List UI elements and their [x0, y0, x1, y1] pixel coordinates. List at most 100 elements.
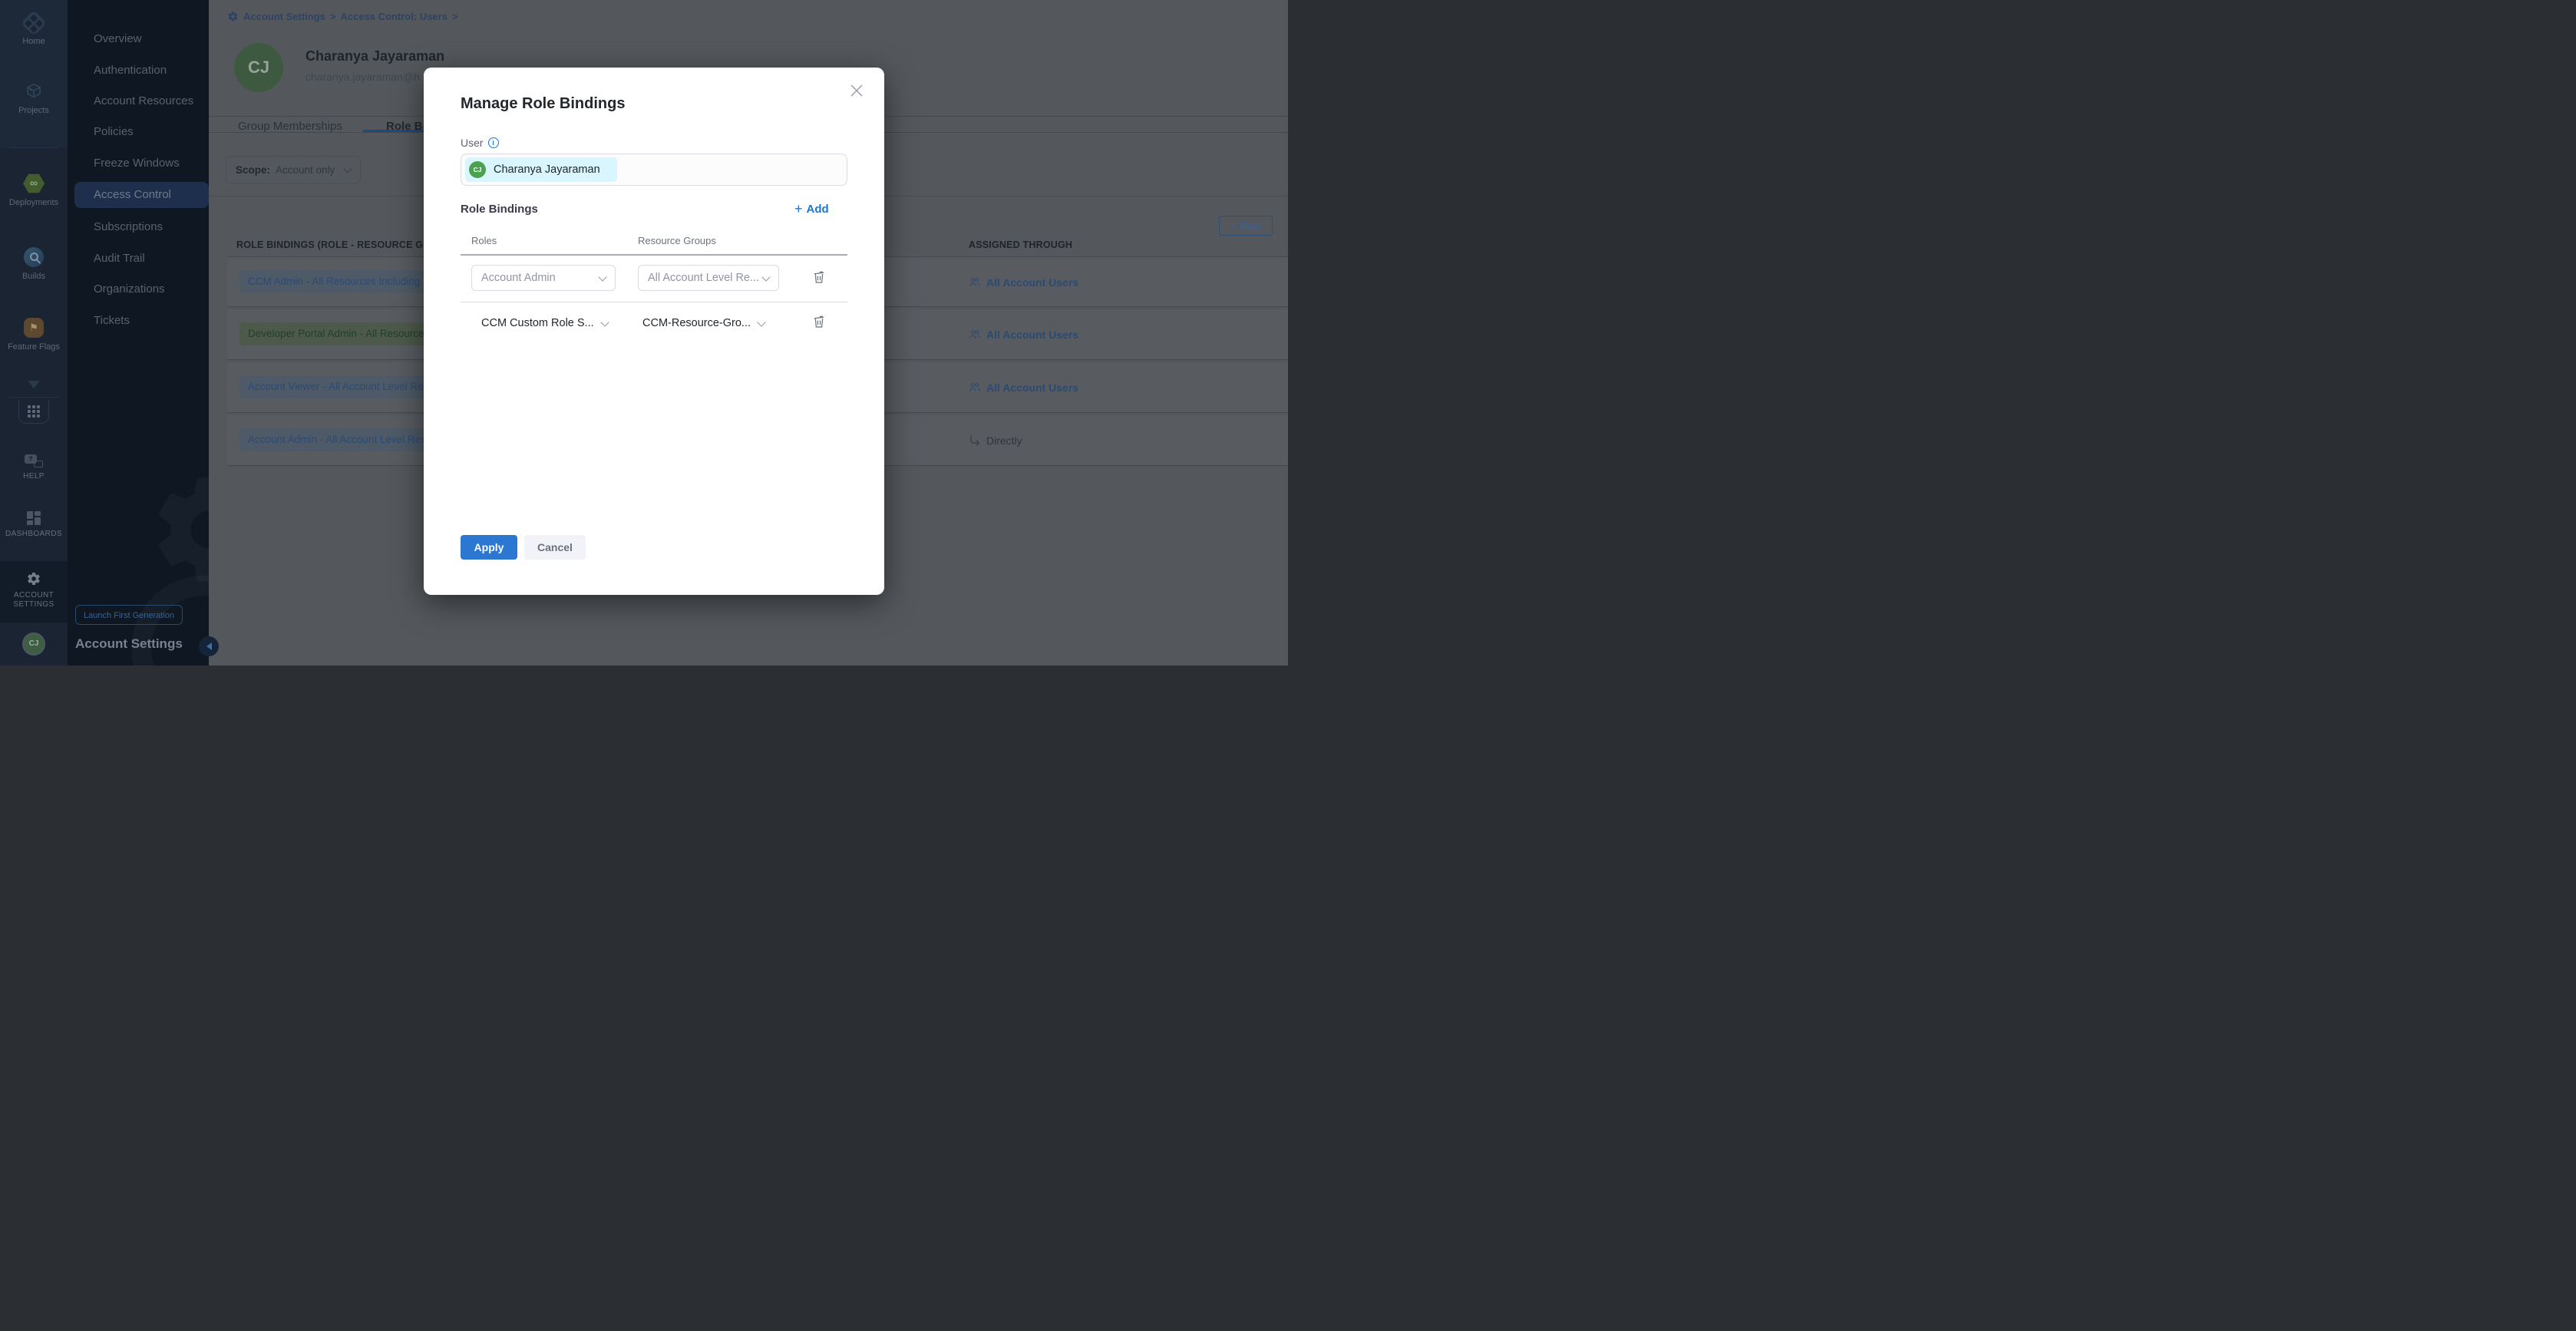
rail-item-label: Deployments — [0, 198, 68, 207]
resource-group-select[interactable]: CCM-Resource-Gro... — [642, 310, 765, 336]
add-role-binding-button[interactable]: + Add — [794, 203, 829, 216]
help-chat-icon — [25, 454, 43, 467]
sidebar-item-overview[interactable]: Overview — [68, 26, 209, 52]
plus-icon: + — [794, 203, 803, 215]
app-window: Home Projects Deployments Builds Feature… — [0, 0, 1288, 666]
role-binding-chip[interactable]: CCM Admin - All Resources Including Chil — [239, 270, 449, 293]
rail-item-label: Home — [0, 37, 68, 46]
chevron-down-icon — [757, 318, 765, 326]
close-icon[interactable] — [849, 83, 864, 98]
sidebar-item-access-control[interactable]: Access Control — [74, 182, 209, 208]
assigned-through-value: Directly — [969, 415, 1022, 466]
sidebar-item-feature-flags[interactable]: Feature Flags — [0, 318, 68, 352]
rail-more-chevron[interactable] — [0, 381, 68, 388]
info-icon[interactable]: i — [488, 137, 499, 148]
chevron-left-icon — [206, 642, 212, 650]
user-group-icon — [969, 381, 981, 394]
assigned-through-link[interactable]: All Account Users — [969, 309, 1078, 360]
breadcrumb-separator: > — [330, 11, 336, 22]
chevron-down-icon — [600, 318, 609, 326]
resource-groups-column-label: Resource Groups — [638, 235, 716, 246]
delete-binding-icon[interactable] — [811, 313, 827, 330]
sidebar-footer-heading: Account Settings — [75, 636, 183, 652]
directly-arrow-icon — [969, 434, 981, 447]
role-select[interactable]: CCM Custom Role S... — [481, 310, 608, 336]
rail-item-label: Builds — [0, 272, 68, 281]
feature-flags-icon — [24, 318, 44, 338]
rail-item-label: Projects — [0, 106, 68, 115]
rail-divider — [9, 397, 58, 398]
launch-first-generation-button[interactable]: Launch First Generation — [75, 605, 183, 625]
scope-value: Account only — [276, 164, 339, 176]
apply-button[interactable]: Apply — [461, 535, 517, 560]
sidebar-item-audit-trail[interactable]: Audit Trail — [68, 246, 209, 272]
user-email: charanya.jayaraman@h — [305, 71, 420, 83]
breadcrumb: Account Settings > Access Control: Users… — [227, 11, 458, 22]
user-chip[interactable]: CJ Charanya Jayaraman — [465, 157, 617, 182]
sidebar-item-policies[interactable]: Policies — [68, 119, 209, 145]
module-rail: Home Projects Deployments Builds Feature… — [0, 0, 68, 666]
home-icon — [21, 10, 47, 36]
page-title-user-name: Charanya Jayaraman — [305, 48, 444, 64]
breadcrumb-separator: > — [452, 11, 458, 22]
sidebar-item-authentication[interactable]: Authentication — [68, 58, 209, 84]
builds-icon — [24, 247, 44, 267]
cube-icon — [24, 81, 44, 101]
avatar: CJ — [469, 161, 486, 178]
module-grid-icon — [18, 400, 49, 424]
scope-label: Scope: — [236, 164, 270, 176]
role-binding-chip[interactable]: Account Viewer - All Account Level Resou — [239, 375, 448, 398]
chevron-down-icon — [28, 381, 40, 388]
rail-item-label: ACCOUNT SETTINGS — [0, 591, 68, 609]
sidebar-item-builds[interactable]: Builds — [0, 247, 68, 281]
chevron-down-icon — [598, 272, 606, 281]
rail-item-label: DASHBOARDS — [0, 530, 68, 539]
module-picker-button[interactable] — [0, 400, 68, 424]
add-role-button[interactable]: + Role — [1219, 216, 1273, 236]
table-header-divider — [461, 254, 847, 256]
rail-divider — [9, 147, 58, 148]
sidebar-item-help[interactable]: HELP — [0, 454, 68, 481]
sidebar-item-projects[interactable]: Projects — [0, 81, 68, 115]
manage-role-bindings-modal: Manage Role Bindings User i CJ Charanya … — [424, 68, 884, 595]
scope-filter-dropdown[interactable]: Scope: Account only — [226, 156, 361, 183]
role-binding-chip[interactable]: Account Admin - All Account Level Resour — [239, 428, 449, 451]
user-group-icon — [969, 276, 981, 289]
user-avatar-rail[interactable]: CJ — [0, 632, 68, 656]
user-field-label: User i — [461, 137, 499, 149]
avatar: CJ — [234, 43, 283, 92]
assigned-through-link[interactable]: All Account Users — [969, 257, 1078, 308]
user-input[interactable]: CJ Charanya Jayaraman — [461, 154, 847, 186]
roles-column-label: Roles — [471, 235, 497, 246]
resource-group-select-disabled[interactable]: All Account Level Re... — [638, 265, 779, 291]
sidebar-item-home[interactable]: Home — [0, 11, 68, 46]
breadcrumb-link[interactable]: Access Control: Users — [341, 11, 447, 22]
dashboards-icon — [27, 511, 41, 525]
assigned-through-link[interactable]: All Account Users — [969, 362, 1078, 413]
breadcrumb-link[interactable]: Account Settings — [243, 11, 325, 22]
chevron-down-icon — [761, 272, 770, 281]
sidebar-item-account-settings[interactable]: ACCOUNT SETTINGS — [0, 571, 68, 609]
role-select-disabled[interactable]: Account Admin — [471, 265, 616, 291]
delete-binding-icon[interactable] — [811, 269, 827, 286]
deployments-icon — [23, 173, 45, 193]
sidebar-item-tickets[interactable]: Tickets — [68, 308, 209, 334]
tab-group-memberships[interactable]: Group Memberships — [238, 120, 342, 133]
user-group-icon — [969, 329, 981, 341]
role-binding-chip[interactable]: Developer Portal Admin - All Resources I… — [239, 322, 449, 345]
rail-item-label: HELP — [0, 472, 68, 481]
sidebar-collapse-button[interactable] — [199, 636, 219, 656]
settings-sidebar: Overview Authentication Account Resource… — [68, 0, 209, 666]
sidebar-item-subscriptions[interactable]: Subscriptions — [68, 214, 209, 240]
column-header-role-bindings: ROLE BINDINGS (ROLE - RESOURCE GROUP) — [236, 239, 455, 250]
chevron-down-icon — [343, 164, 352, 173]
role-bindings-section-heading: Role Bindings — [461, 203, 538, 216]
cancel-button[interactable]: Cancel — [524, 535, 586, 560]
sidebar-item-account-resources[interactable]: Account Resources — [68, 88, 209, 114]
gear-icon — [227, 11, 239, 22]
rail-item-label: Feature Flags — [0, 342, 68, 352]
sidebar-item-dashboards[interactable]: DASHBOARDS — [0, 511, 68, 539]
sidebar-item-organizations[interactable]: Organizations — [68, 276, 209, 302]
sidebar-item-deployments[interactable]: Deployments — [0, 173, 68, 207]
sidebar-item-freeze-windows[interactable]: Freeze Windows — [68, 150, 209, 177]
